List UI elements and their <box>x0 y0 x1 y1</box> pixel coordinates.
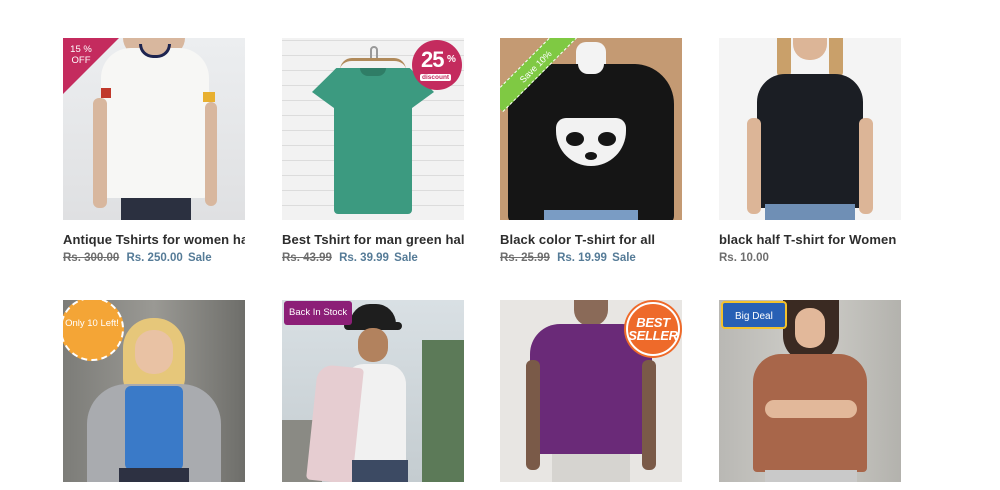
product-card[interactable]: Save 10% Black color T-shirt for all Rs.… <box>500 38 682 264</box>
product-card[interactable]: black half T-shirt for Women Rs. 10.00 <box>719 38 901 264</box>
sale-label: Sale <box>187 252 212 264</box>
badge-percent: % <box>447 54 456 65</box>
compare-price: Rs. 25.99 <box>500 252 550 264</box>
product-card[interactable]: Back In Stock <box>282 300 464 482</box>
compare-price: Rs. 300.00 <box>63 252 120 264</box>
product-image-woman-brown-tshirt[interactable]: Big Deal <box>719 300 901 482</box>
sale-price: Rs. 19.99 <box>557 252 607 264</box>
product-card[interactable]: BEST SELLER <box>500 300 682 482</box>
product-price: Rs. 25.99 Rs. 19.99 Sale <box>500 252 682 264</box>
product-price: Rs. 43.99 Rs. 39.99 Sale <box>282 252 464 264</box>
product-card[interactable]: 25 % discount Best Tshirt for man green … <box>282 38 464 264</box>
discount-badge: 25 % discount <box>412 40 462 90</box>
product-card[interactable]: 15 % OFF Antique Tshirts for women half … <box>63 38 245 264</box>
product-image-person-bucket-hat[interactable]: Back In Stock <box>282 300 464 482</box>
discount-badge: 15 % OFF <box>63 38 119 94</box>
product-image-man-purple-tshirt[interactable]: BEST SELLER <box>500 300 682 482</box>
product-card[interactable]: Only 10 Left! <box>63 300 245 482</box>
product-image-woman-grey-cardigan[interactable]: Only 10 Left! <box>63 300 245 482</box>
product-grid: 15 % OFF Antique Tshirts for women half … <box>0 0 1000 490</box>
big-deal-badge: Big Deal <box>721 301 787 329</box>
best-seller-badge: BEST SELLER <box>626 302 680 356</box>
product-image-woman-black-tshirt[interactable] <box>719 38 901 220</box>
regular-price: Rs. 10.00 <box>719 252 769 264</box>
sale-label: Sale <box>394 252 418 264</box>
product-title[interactable]: Antique Tshirts for women half <box>63 232 245 247</box>
product-title[interactable]: Best Tshirt for man green half <box>282 232 464 247</box>
sale-price: Rs. 250.00 <box>126 252 183 264</box>
badge-caption: discount <box>420 74 452 81</box>
product-card[interactable]: Big Deal <box>719 300 901 482</box>
badge-label: 15 % OFF <box>70 44 92 66</box>
product-title[interactable]: black half T-shirt for Women <box>719 232 901 247</box>
product-image-black-raccoon-tshirt[interactable]: Save 10% <box>500 38 682 220</box>
sale-price: Rs. 39.99 <box>339 252 389 264</box>
product-image-green-tshirt-hanger[interactable]: 25 % discount <box>282 38 464 220</box>
compare-price: Rs. 43.99 <box>282 252 332 264</box>
product-price: Rs. 300.00 Rs. 250.00 Sale <box>63 252 245 264</box>
product-price: Rs. 10.00 <box>719 252 901 264</box>
product-title[interactable]: Black color T-shirt for all <box>500 232 682 247</box>
sale-label: Sale <box>612 252 636 264</box>
badge-number: 25 <box>421 47 445 72</box>
back-in-stock-badge: Back In Stock <box>284 301 353 325</box>
product-image-woman-white-tshirt[interactable]: 15 % OFF <box>63 38 245 220</box>
